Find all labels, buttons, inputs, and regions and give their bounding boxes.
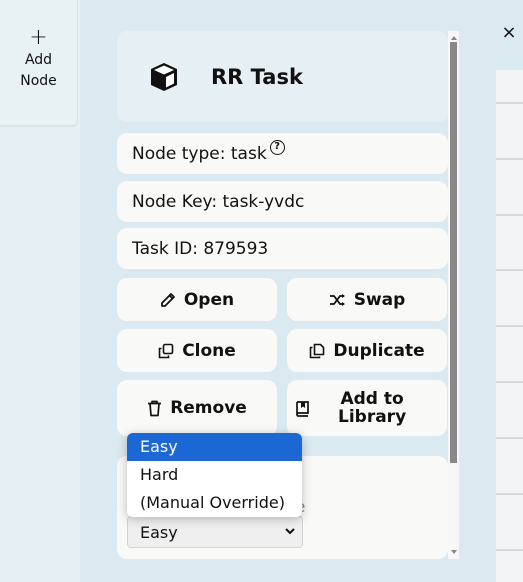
cube-icon [151,62,177,91]
task-id-text: Task ID: 879593 [132,238,269,259]
scrollbar-thumb[interactable] [450,42,457,463]
scroll-up-arrow-icon[interactable] [451,36,457,40]
task-id-row: Task ID: 879593 [117,228,448,269]
row-divider [496,493,523,495]
scroll-down-arrow-icon[interactable] [451,550,457,554]
row-divider [496,214,523,216]
pencil-icon [160,292,175,307]
duplicate-button[interactable]: Duplicate [287,329,447,372]
add-to-library-label-line1: Add to [340,389,404,409]
dropdown-option-manual-override[interactable]: (Manual Override) [127,489,302,517]
duplicate-label: Duplicate [333,340,425,361]
right-background-list [496,70,523,582]
row-divider [496,102,523,104]
close-icon: × [501,22,517,43]
clone-label: Clone [182,340,236,361]
node-title: RR Task [211,64,303,89]
row-divider [496,549,523,551]
shuffle-icon [329,293,345,306]
clone-button[interactable]: Clone [117,329,277,372]
panel-scrollbar[interactable] [448,31,459,559]
book-icon [296,400,309,417]
add-to-library-button[interactable]: Add to Library [287,380,447,436]
difficulty-select-value: Easy [140,522,178,542]
node-key-row: Node Key: task-yvdc [117,181,448,222]
node-key-text: Node Key: task-yvdc [132,191,305,212]
row-divider [496,437,523,439]
open-label: Open [183,289,235,310]
trash-icon [148,400,162,416]
add-node-label-line1: Add [24,52,53,68]
dropdown-option-easy[interactable]: Easy [127,433,302,461]
node-header: RR Task [117,31,448,122]
plus-icon: + [29,25,48,50]
help-icon[interactable]: ? [269,140,285,155]
row-divider [496,269,523,271]
left-sidebar: + Add Node [0,0,80,582]
close-button[interactable]: × [500,24,518,42]
add-node-button[interactable]: + Add Node [0,0,78,127]
difficulty-select[interactable]: Easy [127,516,303,548]
row-divider [496,158,523,160]
remove-button[interactable]: Remove [117,380,277,436]
remove-label: Remove [170,398,247,418]
row-divider [496,325,523,327]
add-to-library-label-line2: Library [338,407,407,427]
dropdown-option-hard[interactable]: Hard [127,461,302,489]
node-type-row: Node type: task ? [117,133,448,174]
swap-button[interactable]: Swap [287,278,447,321]
row-divider [496,381,523,383]
duplicate-icon [310,343,325,358]
node-type-text: Node type: task [132,143,267,164]
difficulty-dropdown-menu: Easy Hard (Manual Override) [127,433,302,517]
chevron-down-icon [285,528,295,535]
swap-label: Swap [353,289,406,310]
open-button[interactable]: Open [117,278,277,321]
clone-icon [158,343,174,358]
add-node-label-line2: Node [20,73,57,89]
